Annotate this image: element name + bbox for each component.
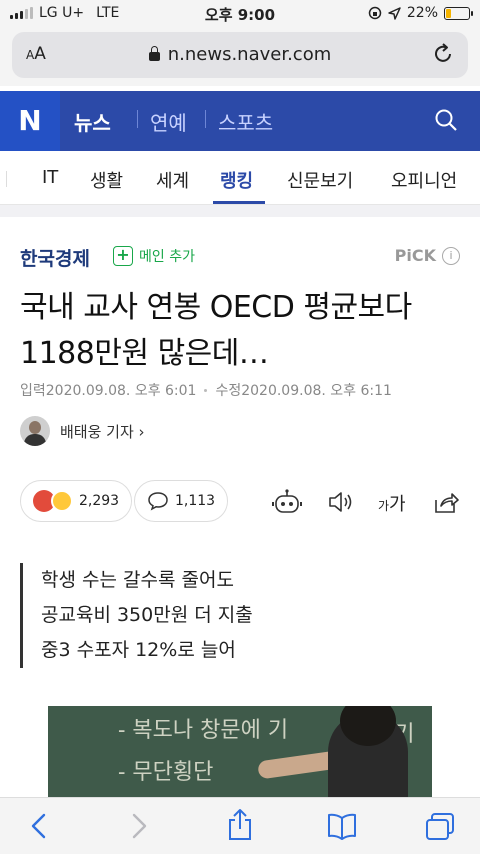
- orientation-lock-icon: [368, 6, 382, 20]
- title-line: 1188만원 많은데…: [20, 336, 269, 371]
- modified-date: 수정2020.09.08. 오후 6:11: [215, 383, 392, 399]
- info-icon[interactable]: i: [442, 246, 460, 265]
- battery-percent: 22%: [406, 5, 438, 21]
- title-line: 국내 교사 연봉 OECD 평균보다: [20, 290, 412, 325]
- forward-icon[interactable]: [128, 812, 150, 840]
- smile-emoji-icon: [51, 490, 73, 512]
- pick-badge: PiCK i: [395, 246, 460, 265]
- tab-it[interactable]: IT: [42, 167, 58, 188]
- input-date: 입력2020.09.08. 오후 6:01: [20, 383, 197, 399]
- article-title: 국내 교사 연봉 OECD 평균보다 1188만원 많은데…: [20, 285, 460, 377]
- divider: [205, 110, 206, 128]
- reaction-button[interactable]: 2,293: [20, 480, 133, 522]
- avatar: [20, 416, 50, 446]
- share-icon[interactable]: [432, 488, 460, 516]
- main-add-label: 메인 추가: [139, 249, 195, 265]
- speaker-icon[interactable]: [326, 488, 354, 516]
- summary-line: 중3 수포자 12%로 늘어: [41, 639, 236, 661]
- section-gap: [0, 205, 480, 217]
- location-icon: [388, 6, 401, 20]
- plus-icon: +: [113, 246, 133, 266]
- naver-logo[interactable]: N: [0, 91, 60, 151]
- tab-world[interactable]: 세계: [156, 167, 189, 193]
- divider: [204, 388, 208, 392]
- chalk-text: - 복도나 창문에 기: [118, 718, 289, 743]
- browser-bar: AA n.news.naver.com: [0, 28, 480, 86]
- active-tab-indicator: [213, 201, 265, 204]
- font-size-button[interactable]: 가가: [378, 490, 406, 516]
- section-sports[interactable]: 스포츠: [218, 107, 273, 136]
- summary-line: 학생 수는 갈수록 줄어도: [41, 569, 234, 591]
- bookmarks-icon[interactable]: [326, 812, 358, 840]
- comment-button[interactable]: 1,113: [134, 480, 229, 522]
- article-dates: 입력2020.09.08. 오후 6:01 수정2020.09.08. 오후 6…: [20, 380, 392, 400]
- section-news[interactable]: 뉴스: [74, 107, 111, 136]
- chalk-text: - 무단횡단: [118, 760, 214, 785]
- summary-line: 공교육비 350만원 더 지출: [41, 604, 253, 626]
- share-sheet-icon[interactable]: [226, 808, 254, 842]
- category-tabs: IT 생활 세계 랭킹 신문보기 오피니언: [0, 151, 480, 205]
- tabs-icon[interactable]: [424, 812, 456, 842]
- naver-header: N 뉴스 연예 스포츠: [0, 91, 480, 151]
- search-icon[interactable]: [434, 108, 458, 132]
- browser-toolbar: [0, 797, 480, 854]
- main-add-button[interactable]: + 메인 추가: [113, 246, 195, 266]
- divider: [137, 110, 138, 128]
- reporter-name: 배태웅 기자 ›: [60, 422, 145, 441]
- article-summary: 학생 수는 갈수록 줄어도 공교육비 350만원 더 지출 중3 수포자 12%…: [20, 563, 253, 668]
- tab-opinion[interactable]: 오피니언: [391, 167, 457, 193]
- article-photo: - 복도나 창문에 기 않기 - 무단횡단: [48, 706, 432, 798]
- status-bar: LG U+ LTE 오후 9:00 22%: [0, 0, 480, 28]
- robot-summary-icon[interactable]: [272, 488, 302, 516]
- tab-newspaper[interactable]: 신문보기: [287, 167, 353, 193]
- address-bar[interactable]: AA n.news.naver.com: [12, 32, 468, 78]
- reaction-count: 2,293: [79, 493, 120, 509]
- divider: [6, 171, 7, 187]
- back-icon[interactable]: [28, 812, 50, 840]
- pick-label: PiCK: [394, 246, 436, 265]
- tab-life[interactable]: 생활: [90, 167, 123, 193]
- section-entertainment[interactable]: 연예: [150, 107, 187, 136]
- comment-count: 1,113: [175, 493, 216, 509]
- teacher-arm: [257, 750, 339, 780]
- tab-ranking[interactable]: 랭킹: [220, 167, 253, 193]
- comment-icon: [148, 492, 168, 511]
- url-text: n.news.naver.com: [167, 44, 332, 65]
- reload-icon[interactable]: [430, 41, 456, 67]
- lock-icon: [148, 46, 160, 61]
- press-logo[interactable]: 한국경제: [20, 244, 90, 271]
- reporter-link[interactable]: 배태웅 기자 ›: [20, 416, 145, 446]
- battery-icon: [444, 6, 473, 20]
